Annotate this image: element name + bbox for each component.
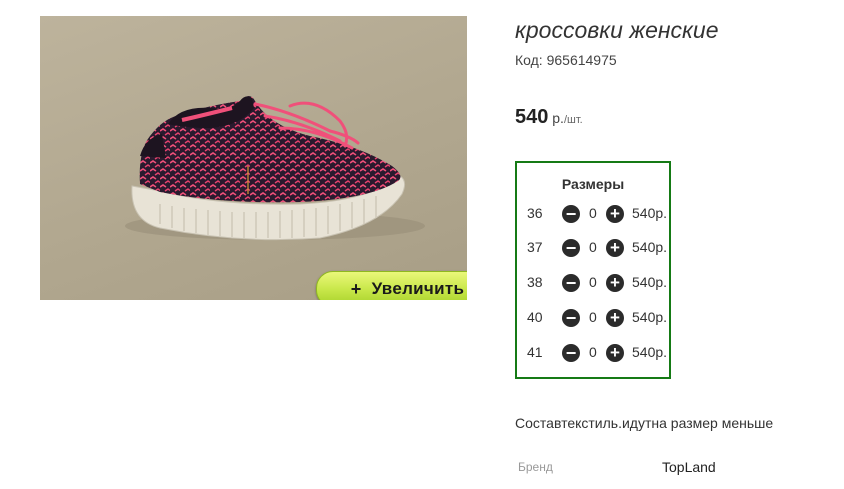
minus-icon[interactable]: −: [562, 309, 580, 327]
sizes-panel: Размеры 36 − 0 + 540р. 37 − 0 + 540р. 38…: [515, 161, 671, 379]
zoom-button[interactable]: + Увеличить: [316, 271, 467, 300]
plus-icon[interactable]: +: [606, 274, 624, 292]
zoom-button-label: Увеличить: [371, 279, 465, 298]
plus-icon: +: [350, 278, 362, 299]
minus-icon[interactable]: −: [562, 274, 580, 292]
size-price: 540р.: [632, 239, 668, 255]
size-quantity: 0: [589, 205, 597, 221]
price-unit: р.: [548, 110, 564, 126]
size-row-38: 38 − 0 + 540р.: [527, 273, 667, 293]
size-row-36: 36 − 0 + 540р.: [527, 204, 667, 224]
plus-icon[interactable]: +: [606, 309, 624, 327]
brand-label: Бренд: [518, 460, 553, 474]
size-number: 38: [527, 274, 543, 290]
size-quantity: 0: [589, 309, 597, 325]
size-quantity: 0: [589, 344, 597, 360]
product-price: 540 р./шт.: [515, 106, 583, 129]
sizes-title: Размеры: [561, 176, 625, 192]
size-price: 540р.: [632, 274, 668, 290]
price-value: 540: [515, 106, 549, 128]
size-number: 40: [527, 309, 543, 325]
size-quantity: 0: [589, 239, 597, 255]
plus-icon[interactable]: +: [606, 239, 624, 257]
product-description: Составтекстиль.идутна размер меньше: [515, 415, 774, 431]
product-photo[interactable]: + Увеличить: [40, 16, 467, 300]
price-per: /шт.: [563, 114, 583, 126]
minus-icon[interactable]: −: [562, 344, 580, 362]
size-quantity: 0: [589, 274, 597, 290]
size-row-41: 41 − 0 + 540р.: [527, 343, 667, 363]
size-row-37: 37 − 0 + 540р.: [527, 238, 667, 258]
size-price: 540р.: [632, 344, 668, 360]
product-code: Код: 965614975: [515, 52, 617, 68]
size-number: 37: [527, 239, 543, 255]
minus-icon[interactable]: −: [562, 239, 580, 257]
plus-icon[interactable]: +: [606, 205, 624, 223]
product-title: кроссовки женские: [515, 17, 719, 43]
sneaker-image: [125, 96, 425, 241]
plus-icon[interactable]: +: [606, 344, 624, 362]
minus-icon[interactable]: −: [562, 205, 580, 223]
size-number: 36: [527, 205, 543, 221]
size-row-40: 40 − 0 + 540р.: [527, 308, 667, 328]
size-price: 540р.: [632, 309, 668, 325]
brand-value[interactable]: TopLand: [662, 459, 716, 475]
size-price: 540р.: [632, 205, 668, 221]
size-number: 41: [527, 344, 543, 360]
